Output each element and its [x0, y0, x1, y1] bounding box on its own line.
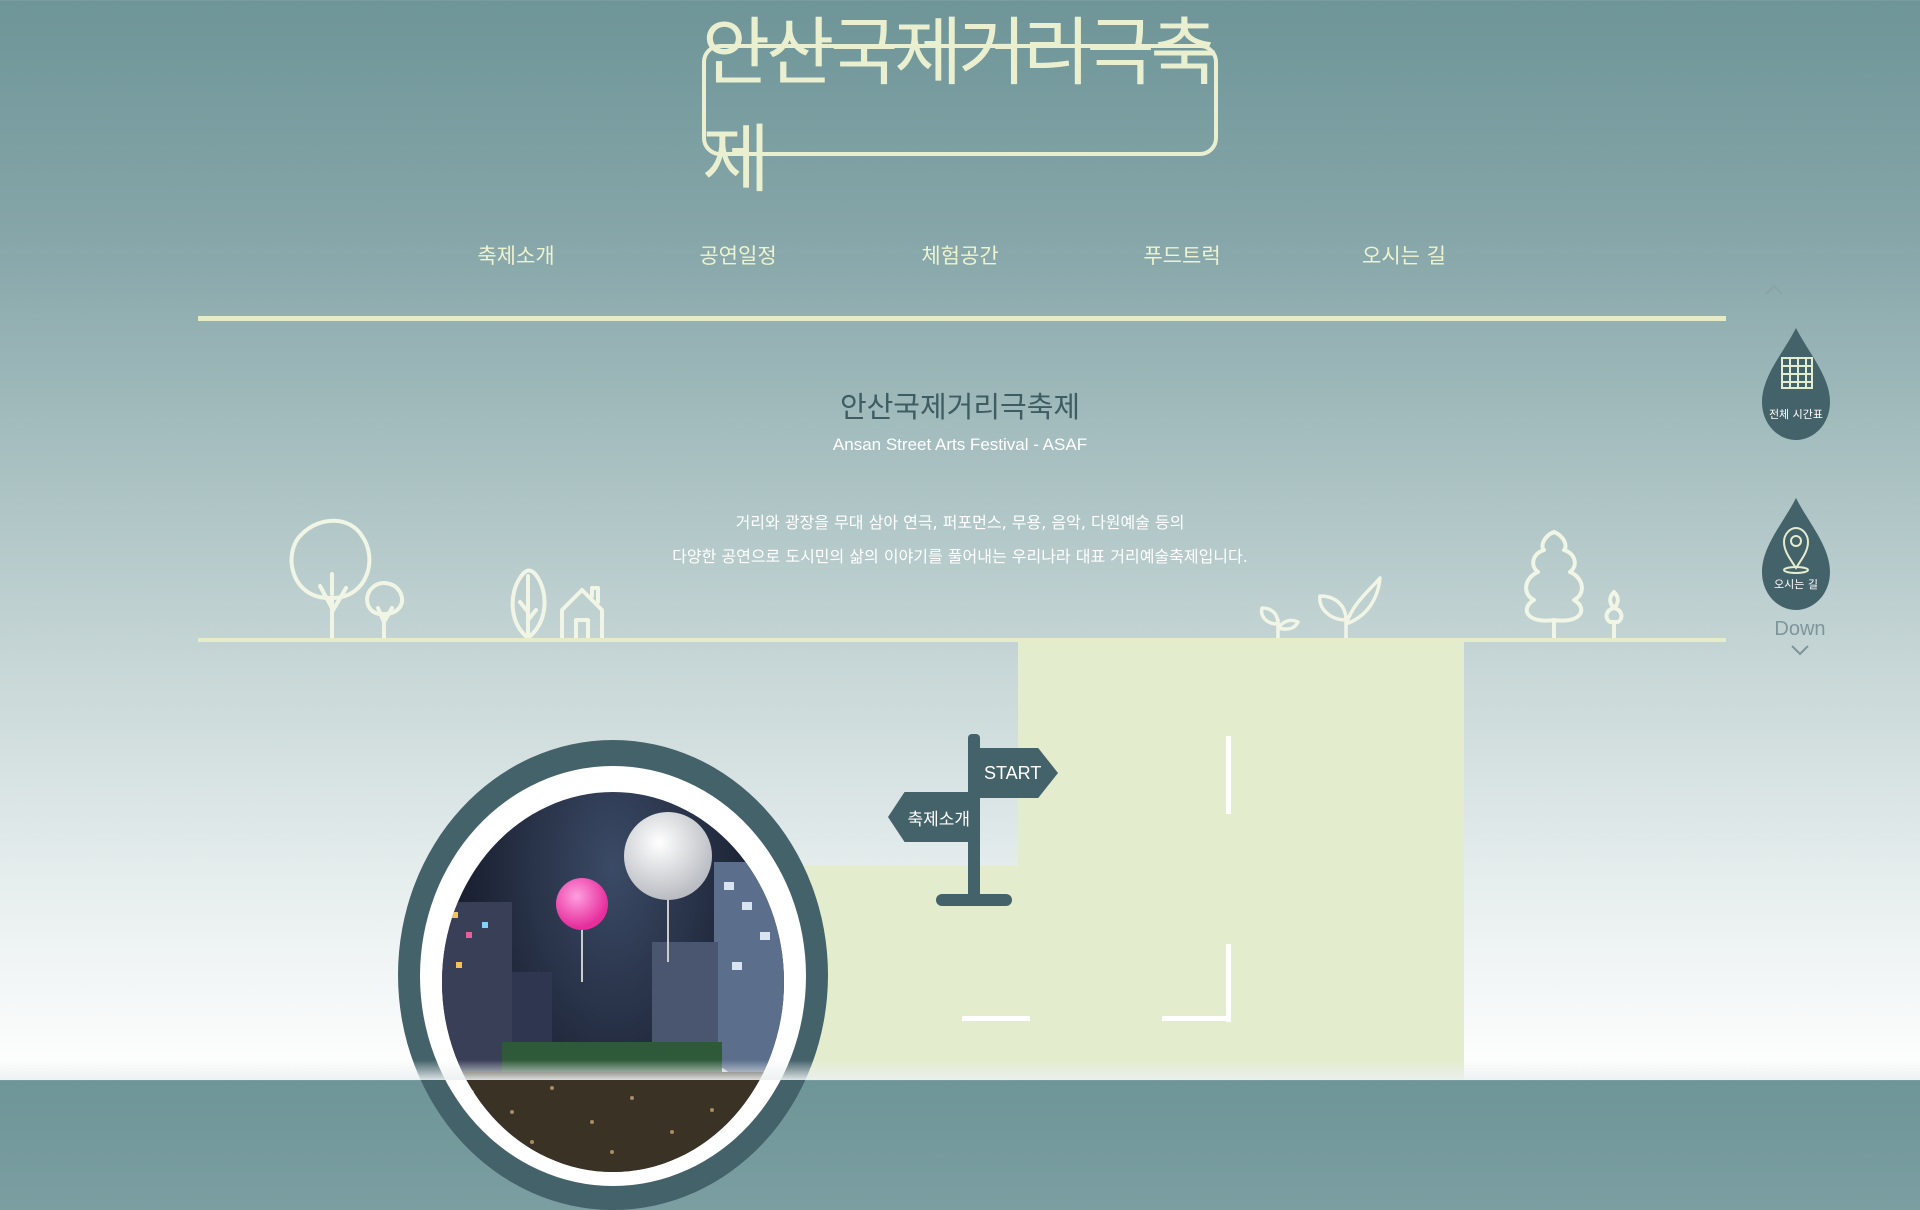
sign-festival-intro[interactable]: 축제소개 [888, 792, 980, 842]
signpost-base [936, 894, 1012, 906]
nav-item-foodtruck[interactable]: 푸드트럭 [1092, 240, 1272, 270]
sprout-illustration [1259, 576, 1382, 640]
ground-line [198, 638, 1726, 642]
directions-drop-shape [1762, 498, 1830, 610]
nav-divider [198, 316, 1726, 321]
road-mark [1226, 944, 1231, 1022]
timetable-label: 전체 시간표 [1768, 408, 1824, 421]
down-label: Down [1774, 618, 1826, 640]
nav-item-festival-intro[interactable]: 축제소개 [426, 240, 606, 270]
festival-night-photo[interactable] [442, 792, 784, 1172]
festival-scene-image [442, 812, 784, 1172]
chevron-down-icon [1791, 645, 1809, 656]
main-nav: 축제소개 공연일정 체험공간 푸드트럭 오시는 길 [198, 240, 1726, 284]
nav-item-directions[interactable]: 오시는 길 [1314, 240, 1494, 270]
intro-subtitle: Ansan Street Arts Festival - ASAF [832, 435, 1088, 454]
road-mark [1162, 1016, 1230, 1021]
nav-item-experience[interactable]: 체험공간 [870, 240, 1050, 270]
road-mark [1226, 736, 1231, 814]
trees-house-illustration [289, 518, 604, 642]
scroll-down-button[interactable]: Down [1764, 618, 1836, 664]
scroll-up-icon[interactable] [1758, 276, 1790, 312]
site-logo[interactable]: 안산국제거리극축제 [702, 10, 1219, 203]
road-mark [962, 1016, 1030, 1021]
directions-button[interactable]: 오시는 길 [1760, 496, 1832, 610]
timetable-button[interactable]: 전체 시간표 [1760, 326, 1832, 440]
bottom-fade [0, 1060, 1920, 1080]
nav-item-schedule[interactable]: 공연일정 [648, 240, 828, 270]
directions-label: 오시는 길 [1774, 578, 1818, 591]
pine-trees-illustration [1524, 530, 1624, 640]
path-block [1018, 642, 1464, 1080]
intro-title: 안산국제거리극축제 [839, 390, 1081, 424]
timetable-drop-shape [1762, 328, 1830, 440]
